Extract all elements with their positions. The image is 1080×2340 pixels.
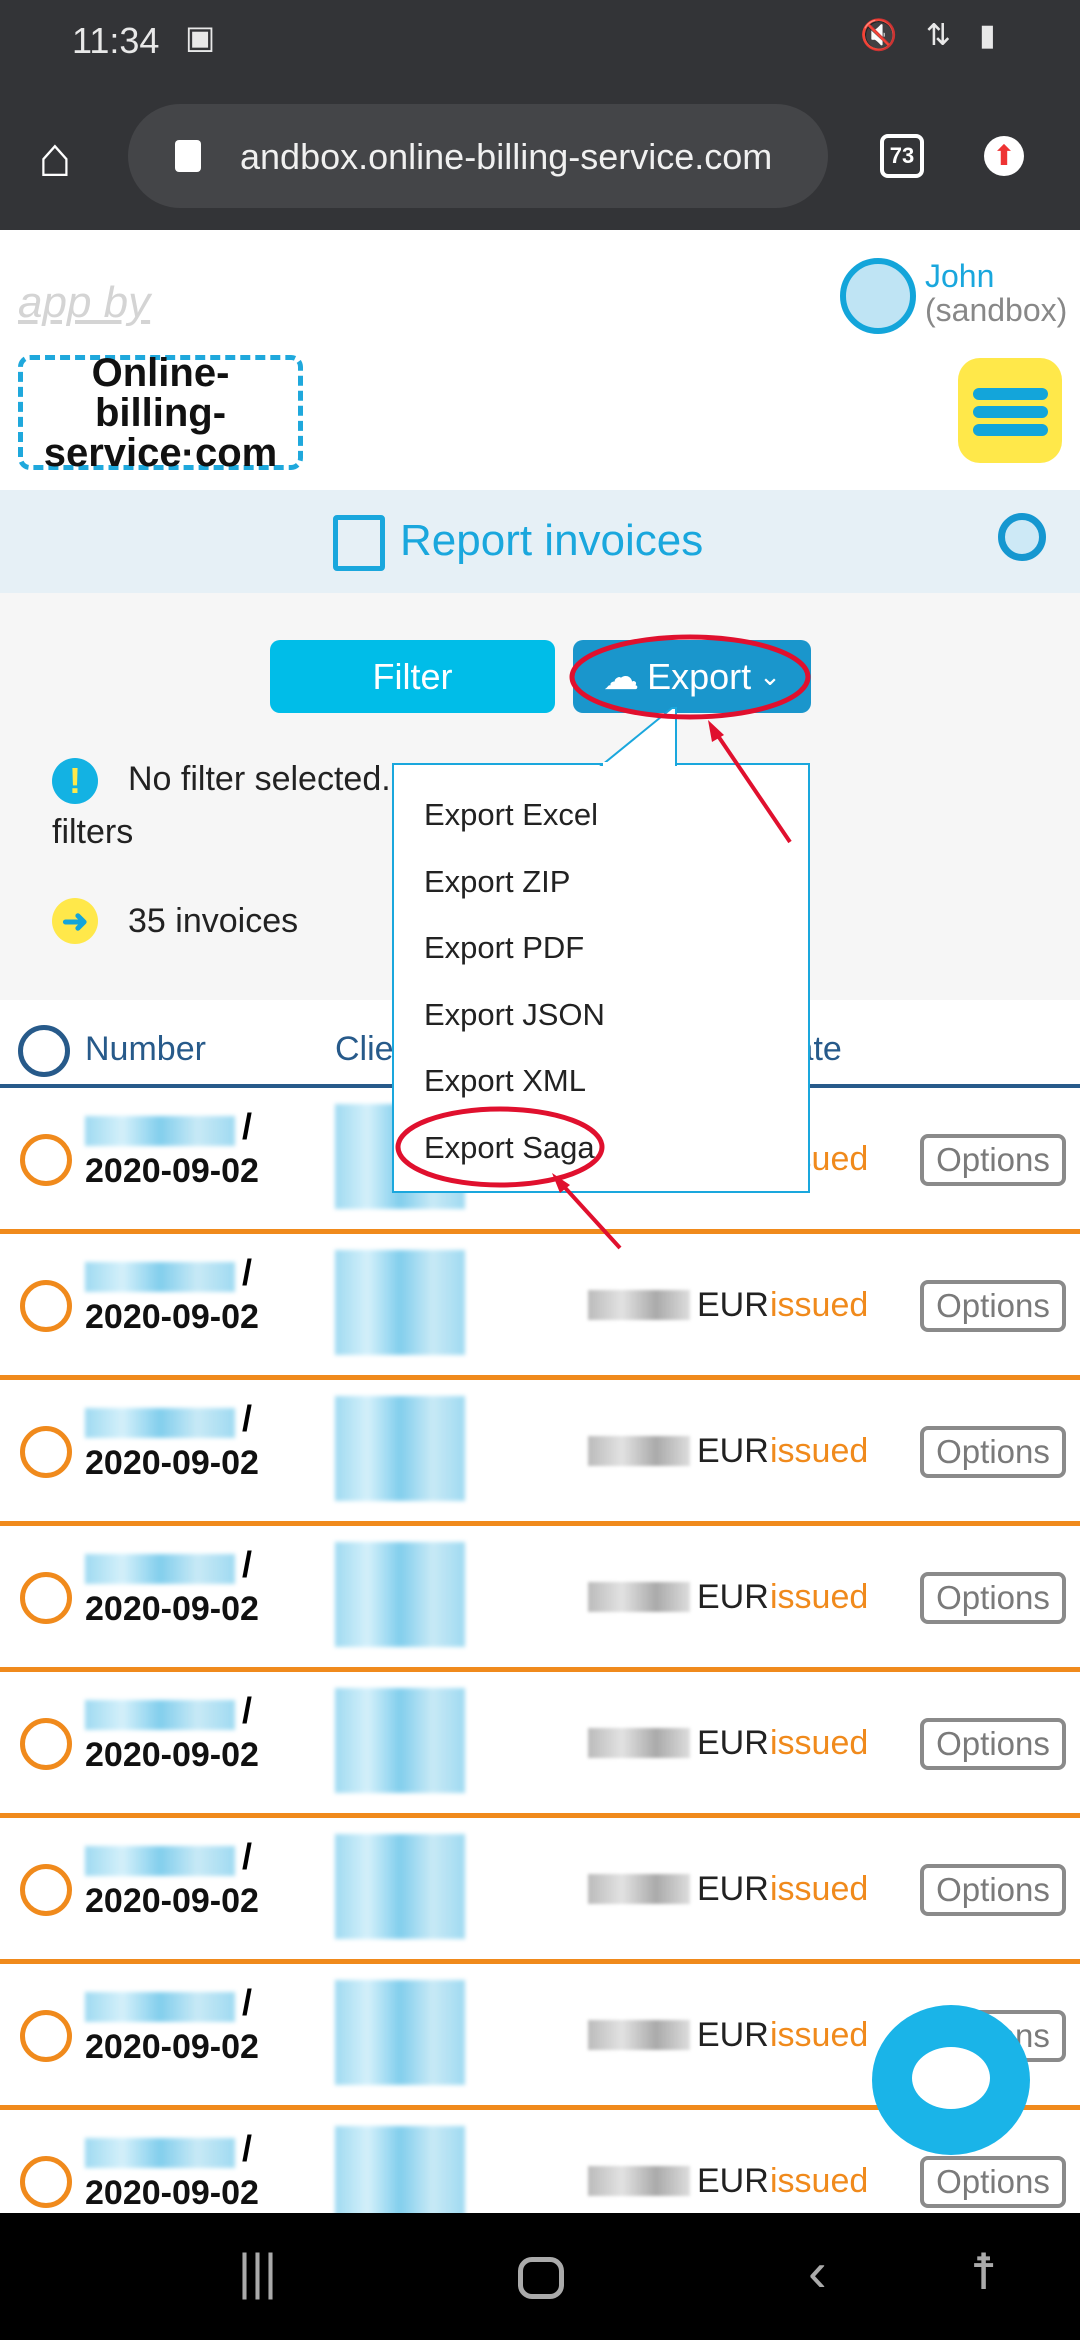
status-bar: 11:34 ▣ 🔇 ⇅ ▮ — [0, 0, 1080, 90]
accessibility-icon[interactable]: ☨ — [970, 2243, 997, 2301]
tab-switcher-button[interactable]: 73 — [880, 134, 924, 178]
signal-battery-icons: 🔇 ⇅ ▮ — [860, 19, 1006, 52]
image-icon: ▣ — [185, 19, 216, 55]
annotation-ellipse-export — [569, 634, 811, 720]
chat-button[interactable] — [872, 2005, 1030, 2155]
android-nav-bar: ||| ‹ ☨ — [0, 2213, 1080, 2340]
recents-icon[interactable]: ||| — [238, 2243, 277, 2301]
annotation-overlay — [395, 634, 811, 1250]
back-icon[interactable]: ‹ — [808, 2239, 827, 2304]
annotation-arrow — [556, 1178, 622, 1250]
lock-icon — [175, 140, 201, 172]
page: app by Online-billing-service·com John (… — [0, 230, 1080, 2213]
annotation-ellipse-saga — [395, 1106, 605, 1188]
update-icon[interactable]: ⬆ — [984, 136, 1024, 176]
annotation-arrow — [710, 725, 792, 844]
chat-icon — [912, 2047, 990, 2109]
clock: 11:34 — [72, 20, 160, 61]
home-icon[interactable]: ⌂ — [38, 124, 72, 189]
home-nav-icon[interactable] — [518, 2257, 564, 2299]
url-text[interactable]: andbox.online-billing-service.com — [240, 136, 772, 178]
